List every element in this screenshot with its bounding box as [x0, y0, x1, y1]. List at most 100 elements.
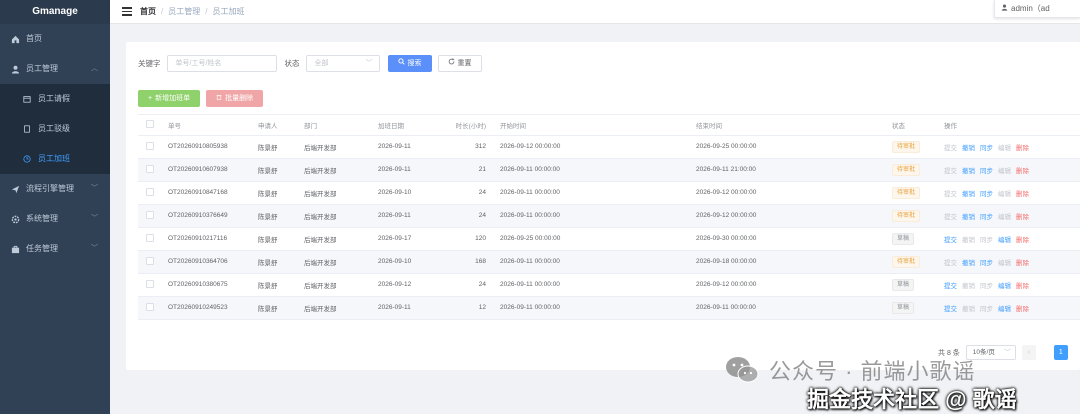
order-number-cell: OT20260910380675 [160, 273, 250, 297]
submit-link[interactable]: 提交 [944, 214, 957, 221]
breadcrumb-item[interactable]: 首页 [140, 6, 156, 17]
duration-cell: 24 [444, 181, 492, 205]
select-cell [138, 250, 160, 274]
table-row[interactable]: OT20260910847168 陈景舒 后端开发部 2026-09-10 24 2026… [138, 181, 1080, 205]
revoke-link[interactable]: 撤销 [962, 237, 975, 244]
sync-link[interactable]: 同步 [980, 168, 993, 175]
submit-link[interactable]: 提交 [944, 237, 957, 244]
sync-link[interactable]: 同步 [980, 283, 993, 290]
sidebar-item-leave[interactable]: 员工请假 [0, 84, 110, 114]
submit-link[interactable]: 提交 [944, 283, 957, 290]
row-checkbox[interactable] [146, 210, 154, 219]
revoke-link[interactable]: 撤销 [962, 283, 975, 290]
edit-link[interactable]: 编辑 [998, 260, 1011, 267]
delete-link[interactable]: 删除 [1016, 283, 1029, 290]
column-header: 申请人 [250, 115, 296, 136]
revoke-link[interactable]: 撤销 [962, 168, 975, 175]
main-card: 关键字 单号/工号/姓名 状态 全部 ﹀ 搜索 重置 + 新增加班单 批量删除 … [126, 42, 1080, 370]
delete-link[interactable]: 删除 [1016, 237, 1029, 244]
sync-link[interactable]: 同步 [980, 145, 993, 152]
row-checkbox[interactable] [146, 233, 154, 242]
delete-link[interactable]: 删除 [1016, 214, 1029, 221]
row-checkbox[interactable] [146, 164, 154, 173]
edit-link[interactable]: 编辑 [998, 168, 1011, 175]
table-row[interactable]: OT20260910364706 陈景舒 后端开发部 2026-09-10 168 202… [138, 250, 1080, 274]
overtime-date-cell: 2026-09-11 [370, 296, 444, 320]
edit-link[interactable]: 编辑 [998, 237, 1011, 244]
row-checkbox[interactable] [146, 141, 154, 150]
select-all-checkbox[interactable] [146, 119, 154, 128]
batch-delete-button[interactable]: 批量删除 [206, 90, 264, 107]
order-number-cell: OT20260910805938 [160, 135, 250, 159]
reset-button[interactable]: 重置 [437, 55, 482, 72]
delete-link[interactable]: 删除 [1016, 260, 1029, 267]
start-time-cell: 2026-09-11 00:00:00 [492, 158, 688, 182]
sync-link[interactable]: 同步 [980, 214, 993, 221]
sidebar-item-tasks[interactable]: 任务管理 ﹀ [0, 234, 110, 264]
sidebar-item-home[interactable]: 首页 [0, 24, 110, 54]
row-checkbox[interactable] [146, 187, 154, 196]
department-cell: 后端开发部 [296, 135, 370, 159]
edit-link[interactable]: 编辑 [998, 191, 1011, 198]
status-cell: 待审批 [884, 135, 936, 159]
sync-link[interactable]: 同步 [980, 306, 993, 313]
table-row[interactable]: OT20260910607938 陈景舒 后端开发部 2026-09-11 21 2026… [138, 158, 1080, 182]
end-time-cell: 2026-09-11 00:00:00 [688, 296, 884, 320]
sync-link[interactable]: 同步 [980, 191, 993, 198]
menu-toggle-icon[interactable] [122, 7, 132, 16]
delete-link[interactable]: 删除 [1016, 145, 1029, 152]
applicant-cell: 陈景舒 [250, 296, 296, 320]
add-overtime-button[interactable]: + 新增加班单 [138, 90, 201, 107]
overtime-date-cell: 2026-09-11 [370, 135, 444, 159]
wechat-icon [726, 357, 759, 383]
submit-link[interactable]: 提交 [944, 306, 957, 313]
sidebar-item-workflow[interactable]: 流程引擎管理 ﹀ [0, 174, 110, 204]
revoke-link[interactable]: 撤销 [962, 260, 975, 267]
start-time-cell: 2026-09-11 00:00:00 [492, 250, 688, 274]
row-checkbox[interactable] [146, 302, 154, 311]
revoke-link[interactable]: 撤销 [962, 306, 975, 313]
revoke-link[interactable]: 撤销 [962, 191, 975, 198]
revoke-link[interactable]: 撤销 [962, 214, 975, 221]
select-cell [138, 181, 160, 205]
sidebar-item-system[interactable]: 系统管理 ﹀ [0, 204, 110, 234]
sidebar-item-employee[interactable]: 员工管理 ︿ [0, 54, 110, 84]
submit-link[interactable]: 提交 [944, 168, 957, 175]
row-checkbox[interactable] [146, 256, 154, 265]
operations-cell: 提交 撤销 同步 编辑 删除 [936, 227, 1080, 251]
user-menu[interactable]: admin（ad [994, 0, 1080, 18]
breadcrumb-item[interactable]: 员工管理 [168, 6, 200, 17]
breadcrumb-item: 员工加班 [212, 7, 245, 16]
table-row[interactable]: OT20260910376649 陈景舒 后端开发部 2026-09-11 24 2026… [138, 204, 1080, 228]
edit-link[interactable]: 编辑 [998, 214, 1011, 221]
table-row[interactable]: OT20260910217116 陈景舒 后端开发部 2026-09-17 120 202… [138, 227, 1080, 251]
row-checkbox[interactable] [146, 279, 154, 288]
status-cell: 草稿 [884, 273, 936, 297]
delete-link[interactable]: 删除 [1016, 191, 1029, 198]
table-row[interactable]: OT20260910249523 陈景舒 后端开发部 2026-09-11 12 2026… [138, 296, 1080, 320]
sync-link[interactable]: 同步 [980, 260, 993, 267]
edit-link[interactable]: 编辑 [998, 145, 1011, 152]
table-row[interactable]: OT20260910380675 陈景舒 后端开发部 2026-09-12 24 2026… [138, 273, 1080, 297]
submit-link[interactable]: 提交 [944, 191, 957, 198]
submit-link[interactable]: 提交 [944, 260, 957, 267]
sidebar-item-level[interactable]: 员工驳级 [0, 114, 110, 144]
delete-link[interactable]: 删除 [1016, 168, 1029, 175]
keyword-input[interactable]: 单号/工号/姓名 [166, 55, 277, 72]
delete-link[interactable]: 删除 [1016, 306, 1029, 313]
sidebar-item-overtime[interactable]: 员工加班 [0, 144, 110, 174]
edit-link[interactable]: 编辑 [998, 306, 1011, 313]
submit-link[interactable]: 提交 [944, 145, 957, 152]
sync-link[interactable]: 同步 [980, 237, 993, 244]
sidebar-item-label: 任务管理 [26, 244, 58, 253]
revoke-link[interactable]: 撤销 [962, 145, 975, 152]
start-time-cell: 2026-09-11 00:00:00 [492, 273, 688, 297]
breadcrumb-separator: / [205, 7, 208, 16]
search-button[interactable]: 搜索 [387, 55, 432, 72]
edit-link[interactable]: 编辑 [998, 283, 1011, 290]
status-select[interactable]: 全部 ﹀ [305, 55, 380, 72]
start-time-cell: 2026-09-12 00:00:00 [492, 135, 688, 159]
table-row[interactable]: OT20260910805938 陈景舒 后端开发部 2026-09-11 312 202… [138, 135, 1080, 159]
status-label: 状态 [284, 59, 300, 68]
order-number-cell: OT20260910249523 [160, 296, 250, 320]
